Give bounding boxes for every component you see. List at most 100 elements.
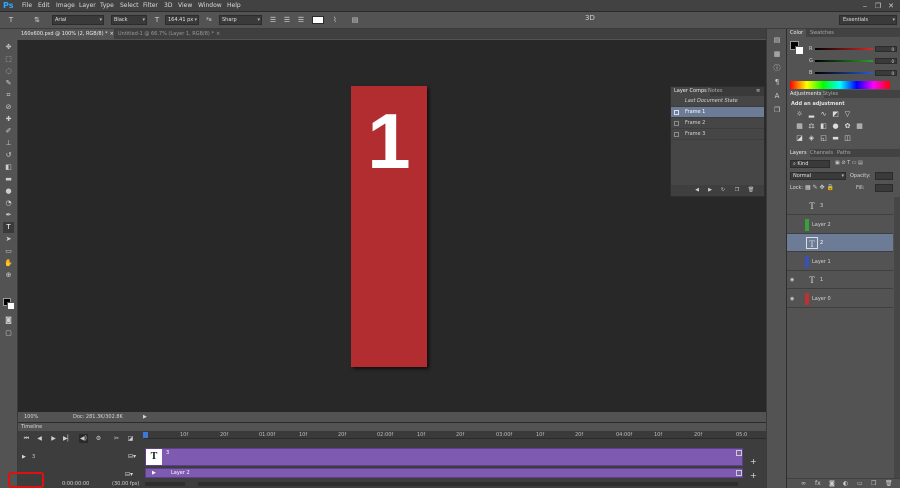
- antialias-select[interactable]: Sharp ▾: [219, 15, 262, 25]
- blend-mode-select[interactable]: Normal ▾: [790, 172, 846, 180]
- blue-channel-slider[interactable]: B 0: [809, 70, 899, 76]
- layer-row[interactable]: T 3: [787, 197, 893, 215]
- split-clip-icon[interactable]: ✂: [112, 434, 121, 443]
- audio-icon[interactable]: ◀): [79, 434, 88, 443]
- link-layers-icon[interactable]: ∞: [801, 480, 806, 487]
- blur-tool-icon[interactable]: ●: [3, 186, 14, 197]
- previous-frame-icon[interactable]: ◀: [35, 434, 44, 443]
- fill-field[interactable]: [875, 184, 893, 192]
- timeline-scrollbar[interactable]: [198, 482, 738, 486]
- invert-icon[interactable]: ◪: [795, 134, 804, 143]
- hand-tool-icon[interactable]: ✋: [3, 258, 14, 269]
- color-spectrum-bar[interactable]: [790, 81, 890, 89]
- layer-comp-row[interactable]: Frame 3: [671, 129, 764, 140]
- curves-icon[interactable]: ∿: [819, 110, 828, 119]
- canvas-text-layer[interactable]: 1: [351, 96, 427, 186]
- red-channel-slider[interactable]: R 0: [809, 46, 899, 52]
- hue-saturation-icon[interactable]: ▦: [795, 122, 804, 131]
- layer-row[interactable]: T 2: [787, 234, 893, 252]
- clip-expand-icon[interactable]: ▶: [152, 470, 156, 476]
- history-panel-icon[interactable]: ▤: [772, 35, 782, 45]
- font-family-select[interactable]: Arial ▾: [52, 15, 104, 25]
- menu-help[interactable]: Help: [227, 0, 241, 12]
- tab-untitled-1[interactable]: Untitled-1 @ 66.7% (Layer 1, RGB/8) * ×: [115, 29, 227, 39]
- tab-layer-comps[interactable]: Layer Comps: [671, 87, 710, 96]
- color-balance-icon[interactable]: ⚖: [807, 122, 816, 131]
- visibility-toggle[interactable]: [790, 222, 796, 228]
- visibility-toggle[interactable]: [790, 259, 796, 265]
- tab-paths[interactable]: Paths: [834, 149, 854, 157]
- levels-icon[interactable]: ▂: [807, 110, 816, 119]
- layer-comps-icon[interactable]: ❐: [772, 105, 782, 115]
- vibrance-icon[interactable]: ▽: [843, 110, 852, 119]
- selective-color-icon[interactable]: ◫: [843, 134, 852, 143]
- track-options-icon[interactable]: ⊟▾: [128, 453, 136, 460]
- menu-filter[interactable]: Filter: [143, 0, 158, 12]
- eraser-tool-icon[interactable]: ◧: [3, 162, 14, 173]
- lasso-tool-icon[interactable]: ◌: [3, 66, 14, 77]
- screen-mode-icon[interactable]: ▢: [3, 328, 14, 339]
- delete-comp-icon[interactable]: 🗑: [747, 186, 755, 194]
- exposure-icon[interactable]: ◩: [831, 110, 840, 119]
- clip-end-icon[interactable]: [736, 450, 742, 456]
- menu-select[interactable]: Select: [120, 0, 139, 12]
- menu-edit[interactable]: Edit: [38, 0, 50, 12]
- add-media-icon[interactable]: +: [750, 457, 757, 466]
- 3d-mode-label[interactable]: 3D: [585, 14, 595, 22]
- channel-mixer-icon[interactable]: ✿: [843, 122, 852, 131]
- paragraph-panel-icon[interactable]: ¶: [772, 77, 782, 87]
- menu-3d[interactable]: 3D: [164, 0, 172, 12]
- new-layer-icon[interactable]: ❐: [871, 480, 876, 487]
- rectangle-tool-icon[interactable]: ▭: [3, 246, 14, 257]
- healing-brush-tool-icon[interactable]: ✚: [3, 114, 14, 125]
- next-comp-icon[interactable]: ▶: [706, 186, 714, 194]
- align-left-icon[interactable]: ☰: [268, 15, 278, 25]
- eye-icon[interactable]: ◉: [790, 296, 796, 302]
- black-white-icon[interactable]: ◧: [819, 122, 828, 131]
- tab-160x600[interactable]: 160x600.psd @ 100% (2, RGB/8) * ×: [18, 29, 114, 39]
- add-mask-icon[interactable]: ◙: [829, 480, 835, 487]
- menu-type[interactable]: Type: [100, 0, 114, 12]
- quick-select-tool-icon[interactable]: ✎: [3, 78, 14, 89]
- update-comp-icon[interactable]: ↻: [719, 186, 727, 194]
- gradient-tool-icon[interactable]: ▬: [3, 174, 14, 185]
- new-adjustment-icon[interactable]: ◐: [843, 480, 848, 487]
- close-icon[interactable]: ×: [216, 31, 220, 37]
- type-tool-preset-icon[interactable]: T: [6, 15, 16, 25]
- menu-window[interactable]: Window: [198, 0, 222, 12]
- threshold-icon[interactable]: ◱: [819, 134, 828, 143]
- timeline-zoom-slider[interactable]: [145, 482, 185, 486]
- settings-icon[interactable]: ⚙: [94, 434, 103, 443]
- layer-row[interactable]: Layer 2: [787, 216, 893, 234]
- tab-styles[interactable]: Styles: [820, 90, 841, 98]
- clone-stamp-tool-icon[interactable]: ⊥: [3, 138, 14, 149]
- fx-icon[interactable]: fx: [815, 480, 821, 487]
- apply-comp-icon[interactable]: [674, 132, 679, 137]
- zoom-tool-icon[interactable]: ⊕: [3, 270, 14, 281]
- background-color-swatch[interactable]: [7, 302, 15, 310]
- pen-tool-icon[interactable]: ✒: [3, 210, 14, 221]
- layer-comp-row[interactable]: Frame 1: [671, 107, 764, 118]
- visibility-toggle[interactable]: [790, 203, 796, 209]
- minimize-icon[interactable]: ‒: [861, 2, 869, 10]
- brightness-contrast-icon[interactable]: ☼: [795, 110, 804, 119]
- info-panel-icon[interactable]: ⓘ: [772, 63, 782, 73]
- track-expand-icon[interactable]: ▶: [22, 454, 26, 460]
- opacity-field[interactable]: [875, 172, 893, 180]
- close-icon[interactable]: ✕: [887, 2, 895, 10]
- brush-tool-icon[interactable]: ✐: [3, 126, 14, 137]
- time-ruler[interactable]: [144, 431, 766, 439]
- character-panel-icon[interactable]: ▤: [350, 15, 360, 25]
- text-color-swatch[interactable]: [312, 16, 324, 24]
- add-media-icon[interactable]: +: [750, 471, 757, 480]
- layers-scrollbar[interactable]: [894, 197, 900, 479]
- new-group-icon[interactable]: ▭: [857, 480, 863, 487]
- track-options-icon[interactable]: ⊟▾: [125, 471, 133, 478]
- menu-image[interactable]: Image: [56, 0, 75, 12]
- character-panel-icon[interactable]: A: [772, 91, 782, 101]
- layer-filter-icons[interactable]: ▣ ⊘ T ▭ ▤: [835, 160, 863, 166]
- previous-comp-icon[interactable]: ◀: [693, 186, 701, 194]
- color-lookup-icon[interactable]: ▦: [855, 122, 864, 131]
- menu-file[interactable]: File: [22, 0, 32, 12]
- eyedropper-tool-icon[interactable]: ⊘: [3, 102, 14, 113]
